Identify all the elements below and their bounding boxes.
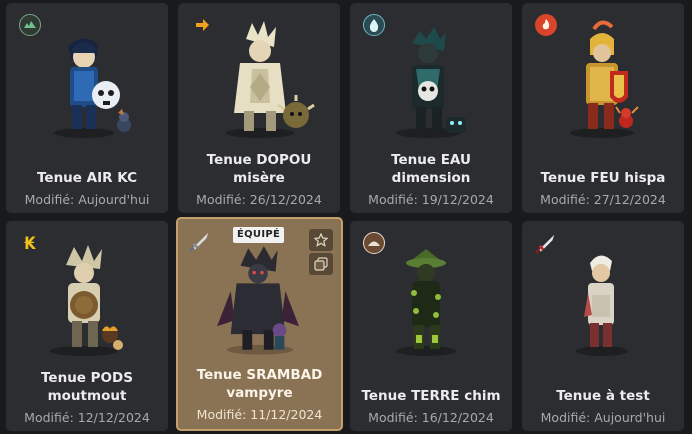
outfit-card[interactable]: Tenue à test Modifié: Aujourd'hui [522,221,684,431]
outfit-name: Tenue DOPOU misère [206,152,312,186]
outfit-card[interactable]: Tenue FEU hispa Modifié: 27/12/2024 [522,3,684,213]
outfit-name: Tenue PODS moutmout [41,370,133,404]
character-avatar [396,249,456,356]
character-avatar [570,20,639,138]
outfit-modified-date: Modifié: 11/12/2024 [196,407,323,422]
outfit-card[interactable]: Tenue EAU dimension Modifié: 19/12/2024 [350,3,512,213]
outfit-card[interactable]: Tenue DOPOU misère Modifié: 26/12/2024 [178,3,340,213]
outfit-name: Tenue EAU dimension [391,152,471,186]
outfit-grid: Tenue AIR KC Modifié: Aujourd'hui Tenue … [0,0,692,434]
outfit-card[interactable]: ₭ Tenue PODS moutmout Modifié: 12/12/202… [6,221,168,431]
outfit-name: Tenue à test [556,388,650,404]
outfit-modified-date: Modifié: 26/12/2024 [196,192,322,207]
character-avatar [50,245,123,356]
outfit-card[interactable]: Tenue AIR KC Modifié: Aujourd'hui [6,3,168,213]
outfit-name: Tenue TERRE chim [361,388,501,404]
outfit-modified-date: Modifié: Aujourd'hui [540,410,666,425]
outfit-modified-date: Modifié: 27/12/2024 [540,192,666,207]
outfit-modified-date: Modifié: 16/12/2024 [368,410,494,425]
outfit-card-equipped[interactable]: ÉQUIPÉ Tenue SRAMBAD vampyre Modifié: 11… [176,217,343,431]
character-avatar [396,27,466,138]
character-avatar [576,255,628,356]
character-avatar [54,38,131,138]
outfit-name: Tenue SRAMBAD vampyre [196,367,323,401]
outfit-modified-date: Modifié: 19/12/2024 [368,192,494,207]
outfit-name: Tenue FEU hispa [540,170,666,186]
outfit-card[interactable]: Tenue TERRE chim Modifié: 16/12/2024 [350,221,512,431]
character-avatar [226,21,315,138]
outfit-name: Tenue AIR KC [37,170,137,186]
character-avatar [217,246,300,355]
outfit-modified-date: Modifié: 12/12/2024 [24,410,150,425]
outfit-modified-date: Modifié: Aujourd'hui [24,192,150,207]
